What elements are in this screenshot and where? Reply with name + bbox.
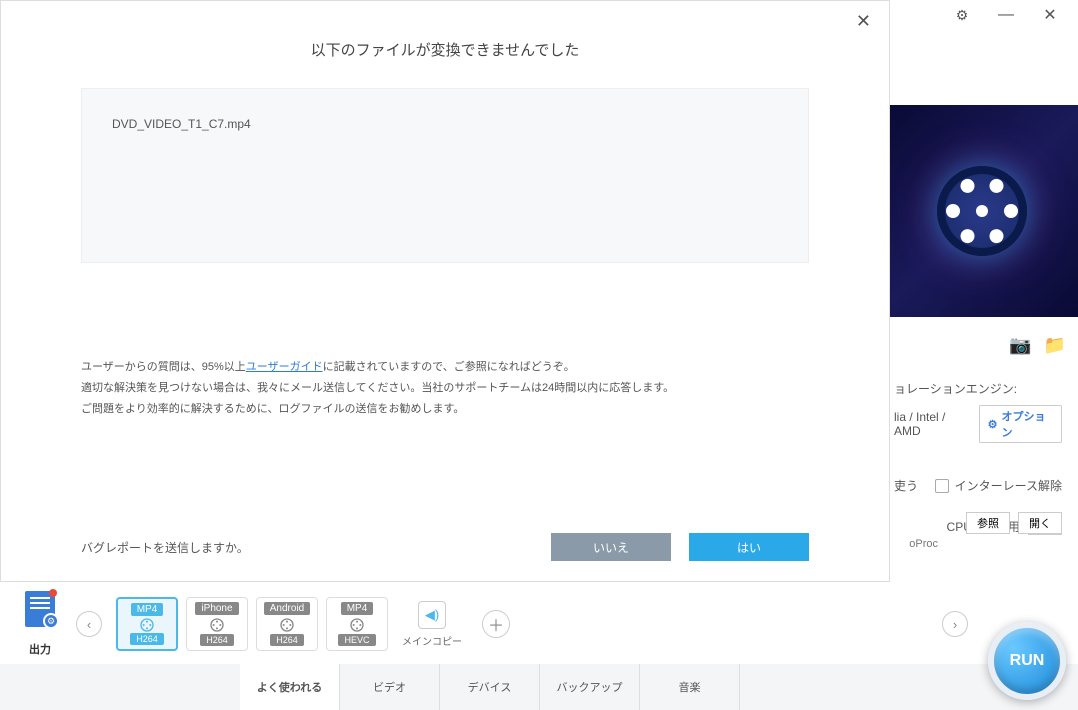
format-card-list: MP4H264iPhoneH264AndroidH264MP4HEVC	[116, 597, 388, 651]
preview-tools: 📷 📁	[1009, 335, 1066, 356]
add-format-button[interactable]: ＋	[482, 610, 510, 638]
format-card-android-h264[interactable]: AndroidH264	[256, 597, 318, 651]
category-tabs: よく使われるビデオデバイスバックアップ音楽	[0, 664, 1078, 710]
film-icon	[209, 617, 225, 633]
user-guide-link[interactable]: ユーザーガイド	[246, 361, 323, 373]
failed-files-box: DVD_VIDEO_T1_C7.mp4	[81, 88, 809, 263]
modal-close-button[interactable]: ✕	[848, 7, 879, 36]
tab-2[interactable]: デバイス	[440, 664, 540, 710]
tab-4[interactable]: 音楽	[640, 664, 740, 710]
deinterlace-checkbox[interactable]	[935, 479, 949, 493]
modal-title: 以下のファイルが変換できませんでした	[1, 39, 889, 60]
brand-fragment: oProc	[909, 538, 938, 550]
video-preview	[885, 105, 1078, 317]
no-button[interactable]: いいえ	[551, 533, 671, 561]
use-label: 吏う	[894, 477, 918, 494]
output-label: 出力	[29, 641, 51, 657]
settings-icon[interactable]: ⚙	[944, 0, 980, 30]
help-text: ユーザーからの質問は、95%以上ユーザーガイドに記載されていますので、ご参照にな…	[81, 357, 809, 420]
film-icon	[349, 617, 365, 633]
open-button[interactable]: 開く	[1018, 512, 1062, 534]
tab-1[interactable]: ビデオ	[340, 664, 440, 710]
snapshot-icon[interactable]: 📷	[1009, 335, 1031, 356]
gear-icon: ⚙	[988, 418, 998, 431]
film-reel-icon	[937, 166, 1027, 256]
engine-label: ョレーションエンジン:	[894, 380, 1017, 397]
film-icon	[139, 617, 155, 633]
tab-0[interactable]: よく使われる	[240, 664, 340, 710]
film-icon	[279, 617, 295, 633]
option-button[interactable]: ⚙オプション	[979, 405, 1062, 443]
folder-icon[interactable]: 📁	[1044, 335, 1066, 356]
output-bar: ⚙ 出力 ‹ MP4H264iPhoneH264AndroidH264MP4HE…	[0, 584, 1078, 664]
format-card-iphone-h264[interactable]: iPhoneH264	[186, 597, 248, 651]
main-copy-icon[interactable]: ◀)	[418, 601, 446, 629]
gpu-label: lia / Intel / AMD	[894, 410, 971, 438]
yes-button[interactable]: はい	[689, 533, 809, 561]
run-button[interactable]: RUN	[988, 622, 1066, 700]
deinterlace-label: インターレース解除	[955, 477, 1062, 494]
tab-3[interactable]: バックアップ	[540, 664, 640, 710]
minimize-icon[interactable]: —	[988, 0, 1024, 30]
output-settings-icon[interactable]: ⚙	[18, 591, 62, 635]
window-titlebar: ⚙ — ✕	[934, 0, 1078, 30]
format-card-mp4-h264[interactable]: MP4H264	[116, 597, 178, 651]
failed-file-name: DVD_VIDEO_T1_C7.mp4	[112, 117, 778, 131]
format-next-button[interactable]: ›	[942, 611, 968, 637]
bug-report-question: バグレポートを送信しますか。	[81, 539, 249, 556]
format-card-mp4-hevc[interactable]: MP4HEVC	[326, 597, 388, 651]
format-prev-button[interactable]: ‹	[76, 611, 102, 637]
main-copy-label: メインコピー	[402, 633, 462, 648]
error-modal: ✕ 以下のファイルが変換できませんでした DVD_VIDEO_T1_C7.mp4…	[0, 0, 890, 582]
close-window-icon[interactable]: ✕	[1032, 0, 1068, 30]
browse-button[interactable]: 参照	[966, 512, 1010, 534]
